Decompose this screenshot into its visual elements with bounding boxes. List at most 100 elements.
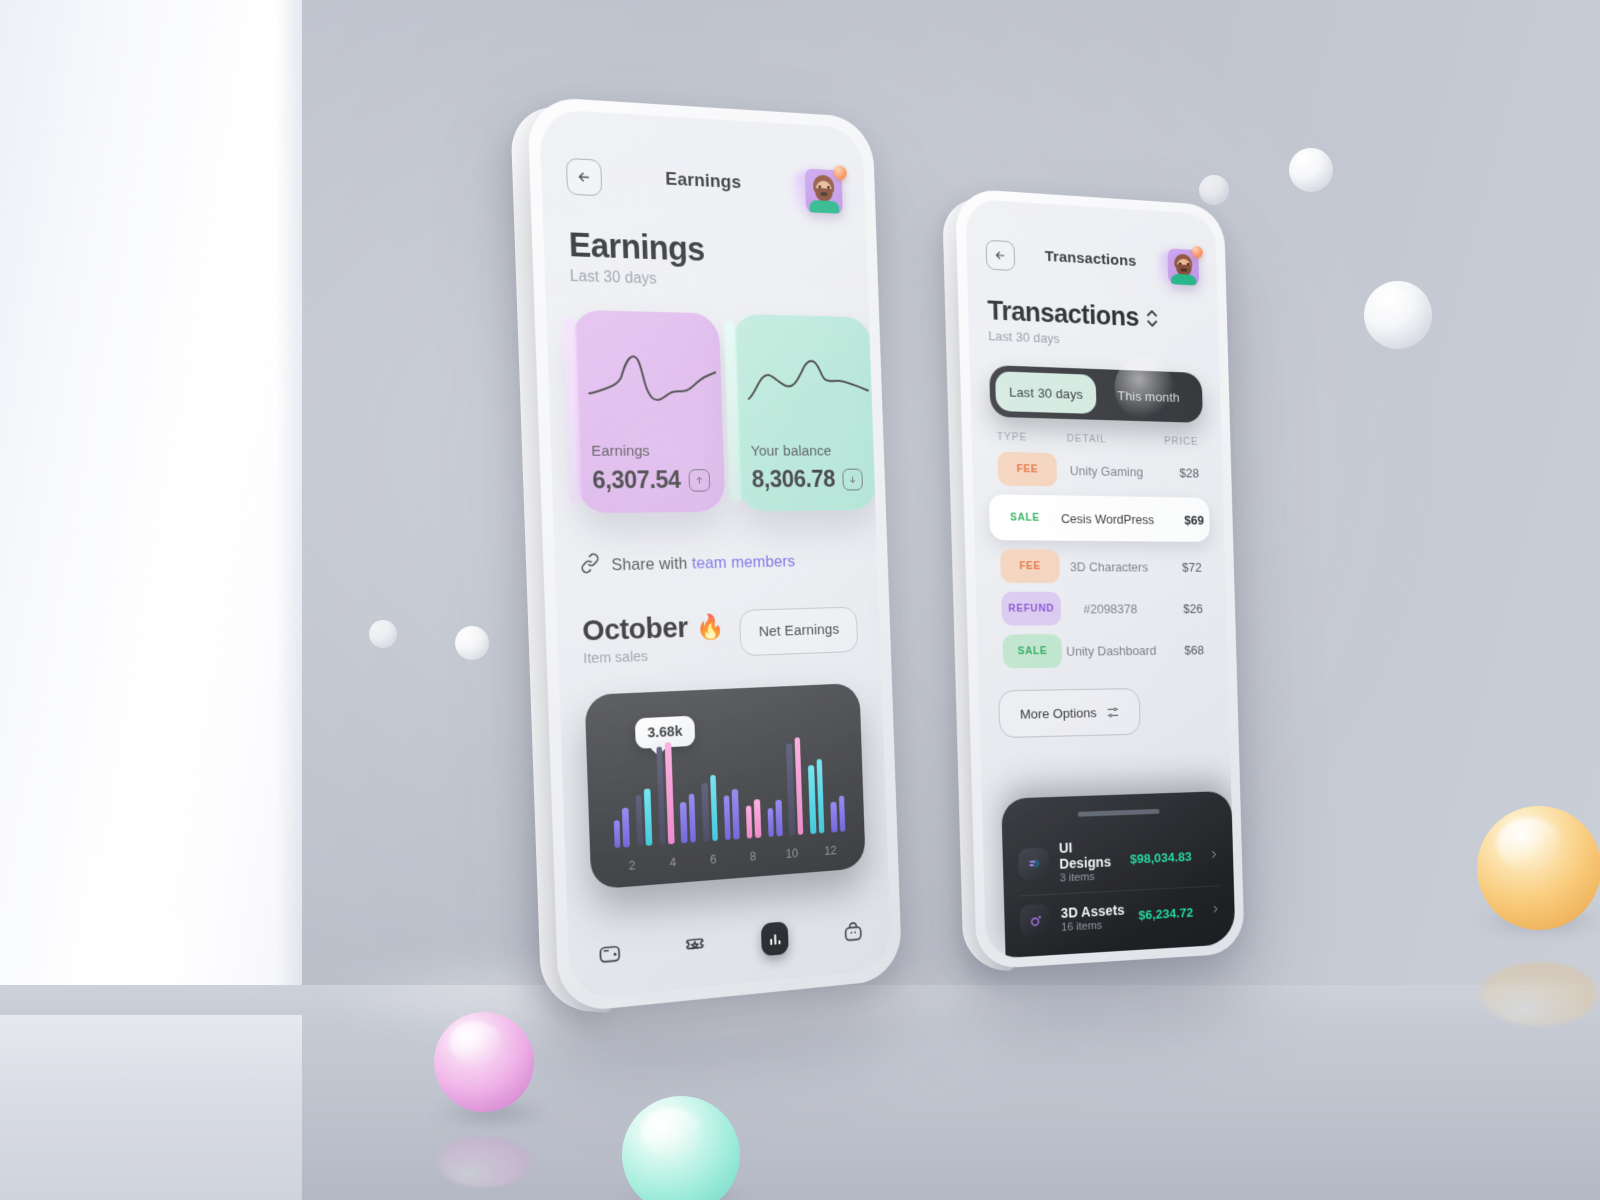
chart-bars [607,725,849,849]
x-axis-tick: 4 [669,855,677,870]
stat-card-balance[interactable]: Your balance 8,306.78 [723,313,878,512]
bar-group [631,788,655,847]
summary-panel: UI Designs 3 items $98,034.83 3D Assets 16 i… [1001,790,1236,958]
bar-group [827,795,849,833]
summary-items: 16 items [1061,919,1103,934]
net-earnings-button[interactable]: Net Earnings [739,606,859,657]
summary-price: $6,234.72 [1138,904,1194,923]
bar-group [763,799,786,838]
sort-updown-icon [1146,310,1157,317]
chart-x-axis: 2 4 6 8 10 12 [611,843,849,874]
table-row[interactable]: REFUND #2098378 $26 [995,591,1208,626]
table-header: TYPE DETAIL PRICE [991,431,1204,448]
white-sphere-large-right [1364,281,1432,349]
bar-group [742,799,765,839]
stat-card-earnings[interactable]: Earnings 6,307.54 [562,309,726,514]
more-options-button[interactable]: More Options [998,688,1141,739]
sort-button[interactable] [1146,310,1157,327]
chart-bar [816,758,825,834]
arrow-up-button[interactable] [688,469,711,492]
bar-group [720,788,743,841]
phone2-screen: Transactions Transactions Last 30 days L… [965,198,1236,960]
gold-sphere-right [1477,806,1600,930]
arrow-left-icon [993,248,1007,263]
floor-left-light [0,1015,302,1200]
transaction-detail: Unity Dashboard [1066,642,1157,659]
chevron-right-icon[interactable] [1209,847,1219,865]
phone2-topbar-title: Transactions [1044,248,1137,270]
summary-name: UI Designs [1058,839,1112,872]
chart-bar [767,807,774,838]
gold-sphere-reflection [1481,962,1597,1026]
bar-chart-icon [769,933,781,945]
summary-price: $98,034.83 [1129,849,1192,867]
transaction-price: $28 [1179,465,1200,480]
ticket-star-icon [682,932,707,960]
avatar[interactable] [1158,245,1203,287]
type-badge: FEE [997,451,1058,487]
x-axis-tick: 2 [628,858,636,873]
transaction-detail: Cesis WordPress [1060,510,1155,527]
column-header-price: PRICE [1163,435,1199,448]
link-icon [580,553,601,579]
chart-bar [808,765,817,835]
white-sphere-mid [1199,175,1229,205]
earnings-bar-chart[interactable]: 3.68k 2 4 6 8 10 12 [584,682,866,890]
bar-group [652,742,678,845]
bar-group [610,807,634,849]
summary-row[interactable]: UI Designs 3 items $98,034.83 [1017,825,1220,896]
chart-bar [745,805,753,839]
table-row[interactable]: FEE Unity Gaming $28 [991,451,1204,490]
segment-this-month[interactable]: This month [1099,375,1197,417]
summary-list: UI Designs 3 items $98,034.83 3D Assets 16 i… [1017,825,1221,947]
tab-analytics[interactable] [761,921,790,957]
arrow-down-icon [848,474,858,484]
stat-value: 8,306.78 [751,465,836,494]
chart-bar [753,799,762,839]
tab-wallet[interactable] [593,935,626,972]
month-title-row: October 🔥 [582,610,725,648]
avatar-orange-dot [1191,245,1203,259]
chart-bar [688,793,697,843]
stat-label: Your balance [750,443,832,460]
chevron-right-icon[interactable] [1210,902,1220,920]
transaction-price: $68 [1184,642,1205,657]
drag-handle[interactable] [1077,808,1160,817]
x-axis-tick: 12 [824,843,837,858]
stat-label: Earnings [591,442,651,460]
back-button[interactable] [565,157,603,197]
phone-transactions: Transactions Transactions Last 30 days L… [955,188,1245,970]
team-members-link[interactable]: team members [692,552,796,572]
period-segmented-control: Last 30 days This month [989,356,1204,423]
x-axis-tick: 8 [749,849,757,864]
transactions-list: FEE Unity Gaming $28 SALE Cesis WordPress $69… [988,451,1210,669]
chart-bar [732,788,740,840]
x-axis-tick: 6 [709,852,717,867]
transaction-price: $26 [1183,600,1204,616]
type-badge: FEE [999,549,1061,583]
3d-assets-icon [1027,912,1044,930]
bar-group [783,737,808,836]
tab-tickets[interactable] [678,928,710,964]
more-options-label: More Options [1019,704,1097,722]
bag-icon [841,918,864,945]
share-row[interactable]: Share with team members [580,548,856,579]
avatar[interactable] [793,165,847,215]
table-row[interactable]: SALE Cesis WordPress $69 [988,494,1210,542]
tab-shop[interactable] [838,914,869,949]
stats-row: Earnings 6,307.54 Your balance 8,306.78 [562,309,878,514]
chart-bar [794,737,804,835]
summary-row[interactable]: 3D Assets 16 items $6,234.72 [1019,885,1221,947]
bar-group [676,793,700,844]
chart-bar [644,788,653,846]
segment-last-30-days[interactable]: Last 30 days [995,371,1097,414]
arrow-down-button[interactable] [842,468,864,491]
back-button[interactable] [985,239,1016,272]
sliders-icon [1106,704,1120,719]
avatar-orange-dot [833,165,847,181]
table-row[interactable]: FEE 3D Characters $72 [994,549,1207,583]
table-row[interactable]: SALE Unity Dashboard $68 [997,633,1210,669]
left-white-panel [0,0,302,1030]
transaction-detail: #2098378 [1083,601,1138,616]
type-badge: SALE [1010,511,1040,524]
